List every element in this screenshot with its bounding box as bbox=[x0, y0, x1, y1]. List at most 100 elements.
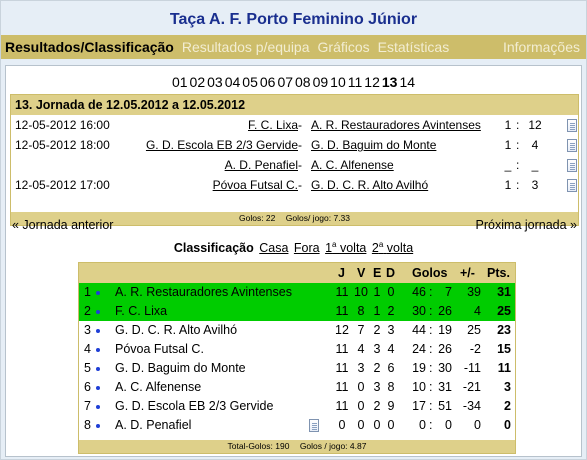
match-date: 12-05-2012 16:00 bbox=[15, 118, 110, 132]
filter-home[interactable]: Casa bbox=[259, 241, 288, 255]
home-team-link[interactable]: Póvoa Futsal C. bbox=[213, 176, 298, 195]
round-link[interactable]: 08 bbox=[295, 74, 311, 90]
goal-difference: -34 bbox=[462, 399, 481, 413]
goal-difference: 4 bbox=[474, 304, 481, 318]
losses: 0 bbox=[387, 418, 395, 432]
menu-team-results[interactable]: Resultados p/equipa bbox=[182, 39, 310, 55]
standings-row: 2 F. C. Lixa 11 8 1 2 30:26 4 25 bbox=[79, 302, 515, 321]
total-goals: Total-Golos: 190 bbox=[227, 441, 290, 451]
team-name: G. D. C. R. Alto Avilhó bbox=[115, 323, 238, 337]
games-played: 11 bbox=[335, 361, 349, 375]
bullet-icon bbox=[96, 329, 100, 333]
draws: 1 bbox=[373, 285, 381, 299]
score-separator: : bbox=[516, 158, 520, 172]
games-played: 12 bbox=[335, 323, 349, 337]
goals-against: 19 bbox=[438, 323, 452, 337]
goals-for: 46 bbox=[412, 285, 426, 299]
match-dash: - bbox=[298, 138, 302, 152]
goals-for: 0 bbox=[419, 418, 426, 432]
match-report-icon[interactable] bbox=[567, 159, 577, 172]
losses: 2 bbox=[387, 304, 395, 318]
menu-stats[interactable]: Estatísticas bbox=[378, 39, 450, 55]
next-round-link[interactable]: Próxima jornada » bbox=[476, 218, 577, 232]
goals-for: 24 bbox=[412, 342, 426, 356]
round-link[interactable]: 07 bbox=[277, 74, 293, 90]
filter-away[interactable]: Fora bbox=[294, 241, 320, 255]
standings-heading: Classificação Casa Fora 1a volta 2a volt… bbox=[6, 240, 581, 255]
round-link[interactable]: 03 bbox=[207, 74, 223, 90]
round-link[interactable]: 06 bbox=[260, 74, 276, 90]
round-link[interactable]: 04 bbox=[225, 74, 241, 90]
goals-separator: : bbox=[429, 399, 433, 413]
col-goals: Golos bbox=[412, 266, 448, 280]
losses: 0 bbox=[387, 285, 395, 299]
wins: 0 bbox=[357, 399, 365, 413]
bullet-icon bbox=[96, 310, 100, 314]
match-row: 12-05-2012 16:00 F. C. Lixa - A. R. Restaur… bbox=[11, 116, 578, 135]
standings-row: 8 A. D. Penafiel 0 0 0 0 0:0 0 0 bbox=[79, 416, 515, 435]
points: 25 bbox=[497, 304, 511, 318]
goals-against: 26 bbox=[438, 304, 452, 318]
goals-separator: : bbox=[429, 361, 433, 375]
bullet-icon bbox=[96, 386, 100, 390]
wins: 10 bbox=[354, 285, 368, 299]
menu-results[interactable]: Resultados/Classificação bbox=[5, 39, 174, 55]
previous-round-link[interactable]: « Jornada anterior bbox=[12, 218, 113, 232]
away-team-link[interactable]: A. C. Alfenense bbox=[311, 156, 394, 175]
second-leg-word: volta bbox=[386, 241, 414, 256]
menu-charts[interactable]: Gráficos bbox=[318, 39, 370, 55]
jornada-box: 13. Jornada de 12.05.2012 a 12.05.2012 1… bbox=[10, 94, 579, 226]
match-report-icon[interactable] bbox=[567, 179, 577, 192]
round-link[interactable]: 05 bbox=[242, 74, 258, 90]
wins: 8 bbox=[357, 304, 365, 318]
goals-for: 44 bbox=[412, 323, 426, 337]
col-d: D bbox=[386, 266, 396, 280]
filter-second-leg[interactable]: 2a volta bbox=[372, 240, 414, 256]
goal-difference: 39 bbox=[467, 285, 481, 299]
home-score: 1 bbox=[504, 118, 512, 132]
round-link[interactable]: 10 bbox=[330, 74, 346, 90]
round-link[interactable]: 12 bbox=[364, 74, 380, 90]
standings-label: Classificação bbox=[173, 241, 254, 256]
jornada-goals-per-game: Golos/ jogo: 7.33 bbox=[285, 213, 351, 223]
round-link[interactable]: 14 bbox=[399, 74, 415, 90]
standings-header: J V E D Golos +/- Pts. bbox=[79, 263, 515, 283]
goals-separator: : bbox=[429, 304, 433, 318]
draws: 2 bbox=[373, 361, 381, 375]
content-panel: 01 02 03 04 05 06 07 08 09 10 11 12 13 14 13. Jornada… bbox=[5, 65, 582, 457]
home-team-link[interactable]: F. C. Lixa bbox=[248, 116, 298, 135]
match-date: 12-05-2012 18:00 bbox=[15, 138, 110, 152]
draws: 2 bbox=[373, 399, 381, 413]
team-report-icon[interactable] bbox=[309, 419, 319, 432]
filter-first-leg[interactable]: 1a volta bbox=[325, 240, 366, 255]
round-link[interactable]: 01 bbox=[172, 74, 188, 90]
away-team-link[interactable]: G. D. Baguim do Monte bbox=[311, 136, 436, 155]
away-team-link[interactable]: G. D. C. R. Alto Avilhó bbox=[311, 176, 428, 195]
home-team-link[interactable]: A. D. Penafiel bbox=[225, 156, 298, 175]
losses: 4 bbox=[387, 342, 395, 356]
position: 2 bbox=[84, 304, 91, 318]
draws: 3 bbox=[373, 380, 381, 394]
bullet-icon bbox=[96, 405, 100, 409]
points: 23 bbox=[497, 323, 511, 337]
wins: 0 bbox=[357, 380, 365, 394]
match-report-icon[interactable] bbox=[567, 139, 577, 152]
menu-info[interactable]: Informações bbox=[503, 39, 580, 55]
bullet-icon bbox=[96, 367, 100, 371]
home-team-link[interactable]: G. D. Escola EB 2/3 Gervide bbox=[146, 136, 298, 155]
standings-row: 7 G. D. Escola EB 2/3 Gervide 11 0 2 9 17:51 -3… bbox=[79, 397, 515, 416]
bullet-icon bbox=[96, 348, 100, 352]
round-link[interactable]: 02 bbox=[190, 74, 206, 90]
games-played: 0 bbox=[338, 418, 346, 432]
losses: 8 bbox=[387, 380, 395, 394]
away-team-link[interactable]: A. R. Restauradores Avintenses bbox=[311, 116, 481, 135]
home-score: 1 bbox=[504, 138, 512, 152]
round-link[interactable]: 11 bbox=[348, 74, 363, 90]
match-dash: - bbox=[298, 158, 302, 172]
round-link[interactable]: 13 bbox=[382, 74, 398, 90]
jornada-title: 13. Jornada de 12.05.2012 a 12.05.2012 bbox=[11, 95, 578, 115]
goal-difference: -2 bbox=[469, 342, 481, 356]
round-link[interactable]: 09 bbox=[313, 74, 329, 90]
match-report-icon[interactable] bbox=[567, 119, 577, 132]
games-played: 11 bbox=[335, 342, 349, 356]
